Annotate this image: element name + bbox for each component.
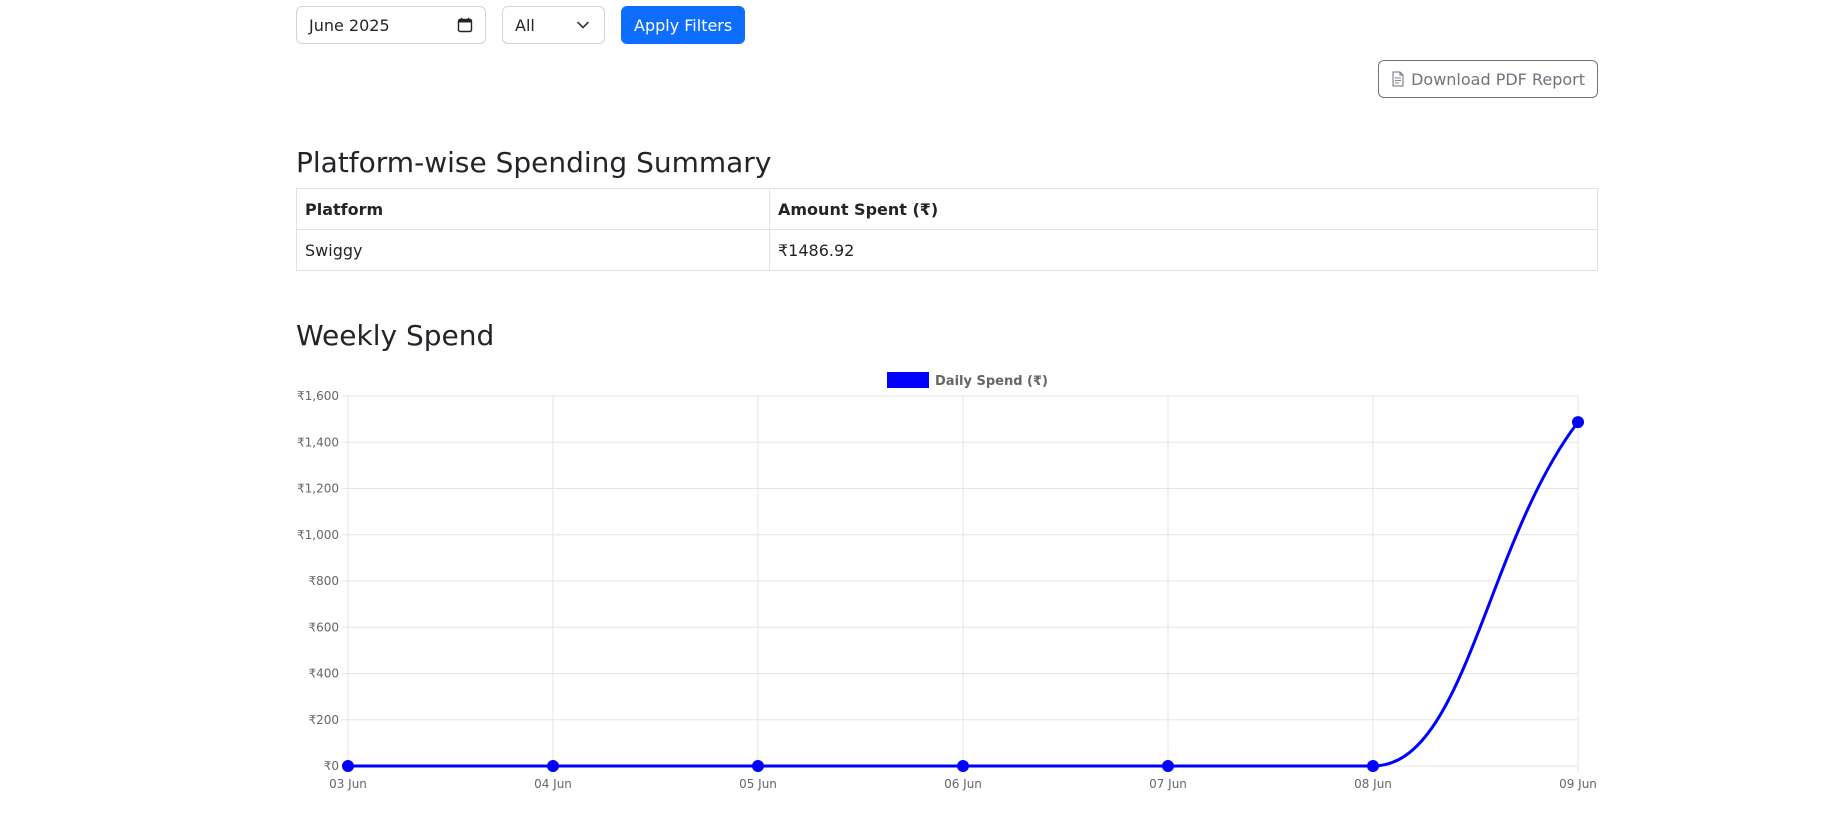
filter-bar: June 2025 All Apply Filters bbox=[296, 6, 746, 44]
summary-table: Platform Amount Spent (₹) Swiggy ₹1486.9… bbox=[296, 188, 1598, 271]
apply-filters-button[interactable]: Apply Filters bbox=[621, 6, 746, 44]
y-tick-label: ₹400 bbox=[308, 667, 339, 681]
data-point bbox=[1572, 416, 1584, 429]
x-tick-label: 04 Jun bbox=[534, 777, 572, 791]
y-tick-label: ₹800 bbox=[308, 574, 339, 588]
column-header-platform: Platform bbox=[296, 188, 770, 230]
table-header-row: Platform Amount Spent (₹) bbox=[296, 188, 1598, 230]
y-tick-label: ₹600 bbox=[308, 620, 339, 634]
data-point bbox=[1162, 760, 1174, 772]
y-tick-label: ₹1,600 bbox=[297, 389, 339, 403]
summary-title: Platform-wise Spending Summary bbox=[296, 146, 772, 179]
table-row: Swiggy ₹1486.92 bbox=[296, 229, 1598, 271]
y-tick-label: ₹1,000 bbox=[297, 528, 339, 542]
x-tick-label: 05 Jun bbox=[739, 777, 777, 791]
platform-select[interactable]: All bbox=[502, 6, 605, 44]
data-point bbox=[547, 760, 559, 772]
x-tick-label: 03 Jun bbox=[329, 777, 367, 791]
download-pdf-label: Download PDF Report bbox=[1411, 69, 1585, 89]
y-tick-label: ₹1,200 bbox=[297, 482, 339, 496]
data-point bbox=[342, 760, 354, 772]
weekly-spend-chart: ₹0 ₹200 ₹400 ₹600 ₹800 ₹1,000 ₹1,200 ₹1,400 ₹1,6… bbox=[296, 360, 1598, 800]
download-pdf-button[interactable]: Download PDF Report bbox=[1378, 60, 1598, 98]
month-value: June 2025 bbox=[309, 15, 390, 35]
x-tick-label: 08 Jun bbox=[1354, 777, 1392, 791]
y-tick-label: ₹200 bbox=[308, 713, 339, 727]
platform-select-value: All bbox=[515, 15, 535, 35]
document-icon bbox=[1392, 71, 1404, 87]
weekly-spend-title: Weekly Spend bbox=[296, 319, 495, 352]
y-tick-label: ₹1,400 bbox=[297, 435, 339, 449]
legend-label: Daily Spend (₹) bbox=[935, 374, 1048, 389]
platform-cell: Swiggy bbox=[296, 229, 770, 271]
data-point bbox=[1367, 760, 1379, 772]
x-tick-label: 07 Jun bbox=[1149, 777, 1187, 791]
y-tick-label: ₹0 bbox=[324, 759, 339, 773]
x-tick-label: 06 Jun bbox=[944, 777, 982, 791]
data-point bbox=[957, 760, 969, 772]
amount-cell: ₹1486.92 bbox=[769, 229, 1598, 271]
month-picker[interactable]: June 2025 bbox=[296, 6, 486, 44]
chevron-down-icon bbox=[577, 21, 589, 29]
legend-swatch bbox=[887, 372, 929, 388]
calendar-icon[interactable] bbox=[457, 17, 473, 33]
x-tick-label: 09 Jun bbox=[1559, 777, 1597, 791]
data-point bbox=[752, 760, 764, 772]
chart-canvas: ₹0 ₹200 ₹400 ₹600 ₹800 ₹1,000 ₹1,200 ₹1,400 ₹1,6… bbox=[297, 372, 1597, 791]
column-header-amount: Amount Spent (₹) bbox=[769, 188, 1598, 230]
